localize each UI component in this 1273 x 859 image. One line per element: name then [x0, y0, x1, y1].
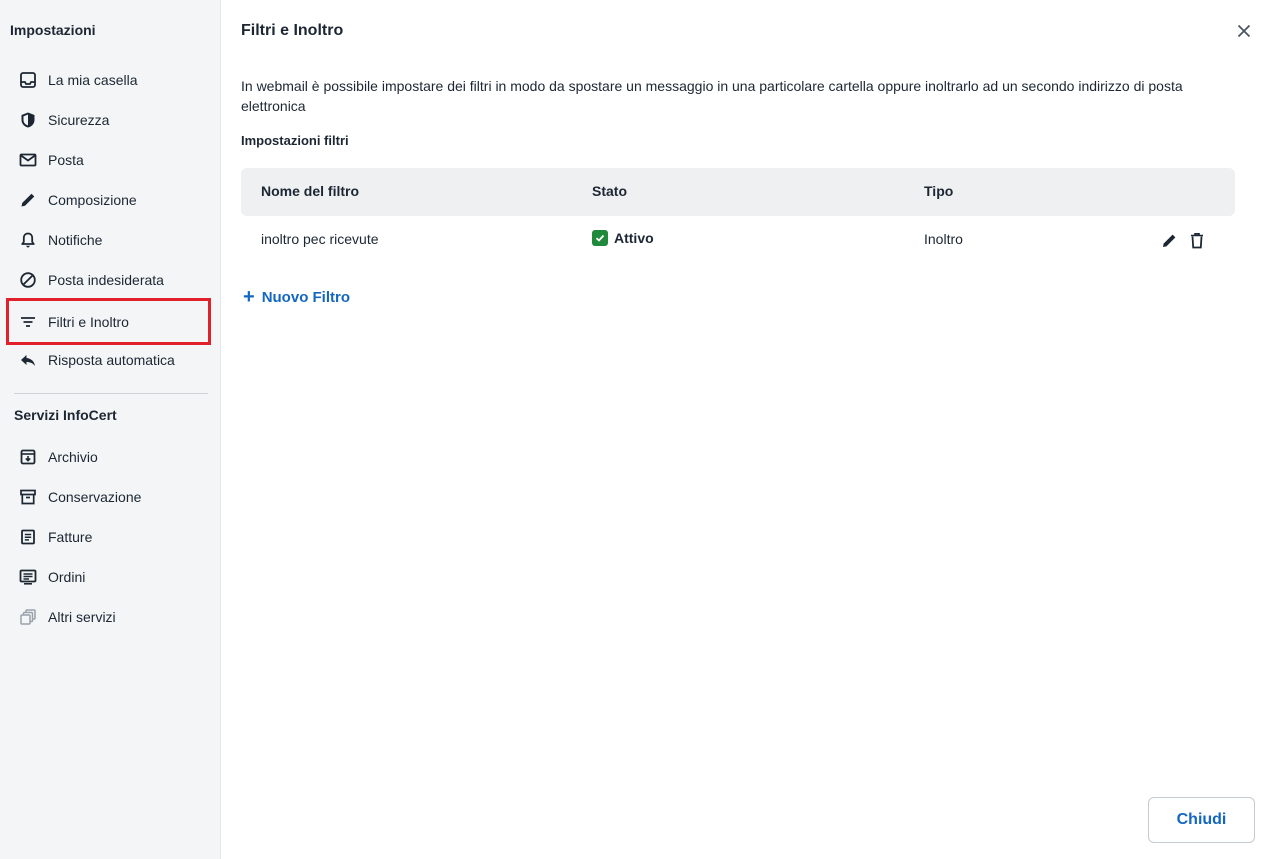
- sidebar-item-label: Posta: [48, 152, 84, 168]
- sidebar-item-posta[interactable]: Posta: [8, 140, 208, 180]
- filters-panel: Filtri e Inoltro In webmail è possibile …: [221, 0, 1273, 859]
- sidebar-item-risposta-automatica[interactable]: Risposta automatica: [8, 340, 208, 380]
- close-icon[interactable]: [1234, 21, 1254, 41]
- table-row: inoltro pec ricevute Attivo Inoltro: [241, 216, 1235, 264]
- filter-icon: [18, 312, 38, 332]
- services-section-title: Servizi InfoCert: [14, 407, 117, 423]
- sidebar-item-ordini[interactable]: Ordini: [8, 557, 208, 597]
- pencil-icon: [18, 190, 38, 210]
- description-text: In webmail è possibile impostare dei fil…: [241, 78, 1183, 114]
- close-button[interactable]: Chiudi: [1148, 797, 1255, 843]
- sidebar-item-fatture[interactable]: Fatture: [8, 517, 208, 557]
- mail-icon: [18, 150, 38, 170]
- box-icon: [18, 487, 38, 507]
- reply-icon: [18, 350, 38, 370]
- table-header: Nome del filtro Stato Tipo: [241, 168, 1235, 216]
- sidebar-item-notifiche[interactable]: Notifiche: [8, 220, 208, 260]
- filter-type: Inoltro: [924, 231, 963, 247]
- sidebar-item-label: Archivio: [48, 449, 98, 465]
- edit-icon[interactable]: [1159, 230, 1179, 250]
- sidebar-item-la-mia-casella[interactable]: La mia casella: [8, 60, 208, 100]
- new-filter-label: Nuovo Filtro: [261, 288, 351, 306]
- plus-icon: +: [243, 286, 255, 308]
- list-icon: [18, 567, 38, 587]
- sidebar-item-composizione[interactable]: Composizione: [8, 180, 208, 220]
- sidebar-item-conservazione[interactable]: Conservazione: [8, 477, 208, 517]
- column-header-status: Stato: [592, 183, 627, 199]
- sidebar-item-label: Risposta automatica: [48, 352, 175, 368]
- archive-icon: [18, 447, 38, 467]
- inbox-icon: [18, 70, 38, 90]
- delete-icon[interactable]: [1187, 230, 1207, 250]
- sidebar-item-label: Fatture: [48, 529, 93, 545]
- sidebar-item-label: Sicurezza: [48, 112, 110, 128]
- status-badge: Attivo: [592, 230, 654, 246]
- sidebar-item-label: Ordini: [48, 569, 86, 585]
- column-header-type: Tipo: [924, 183, 954, 199]
- column-header-name: Nome del filtro: [261, 183, 360, 199]
- sidebar-divider: [14, 393, 208, 394]
- sidebar-item-posta-indesiderata[interactable]: Posta indesiderata: [8, 260, 208, 300]
- sidebar-item-archivio[interactable]: Archivio: [8, 437, 208, 477]
- sidebar-item-label: Altri servizi: [48, 609, 116, 625]
- filters-subheading: Impostazioni filtri: [241, 133, 349, 148]
- sidebar-item-altri-servizi[interactable]: Altri servizi: [8, 597, 208, 637]
- block-icon: [18, 270, 38, 290]
- shield-icon: [18, 110, 38, 130]
- sidebar-item-label: La mia casella: [48, 72, 138, 88]
- sidebar-item-sicurezza[interactable]: Sicurezza: [8, 100, 208, 140]
- filter-name: inoltro pec ricevute: [261, 231, 379, 247]
- settings-sidebar: Impostazioni La mia casella Sicurezza Po…: [0, 0, 221, 859]
- check-icon: [592, 230, 608, 246]
- sidebar-item-label: Conservazione: [48, 489, 142, 505]
- new-filter-button[interactable]: + Nuovo Filtro: [243, 286, 351, 308]
- bell-icon: [18, 230, 38, 250]
- sidebar-title: Impostazioni: [10, 22, 96, 38]
- sidebar-item-filtri-e-inoltro[interactable]: Filtri e Inoltro: [6, 298, 211, 345]
- sidebar-item-label: Posta indesiderata: [48, 272, 164, 288]
- document-icon: [18, 527, 38, 547]
- sidebar-item-label: Notifiche: [48, 232, 103, 248]
- sidebar-item-label: Composizione: [48, 192, 137, 208]
- page-title: Filtri e Inoltro: [241, 22, 344, 39]
- status-label: Attivo: [614, 230, 654, 246]
- services-icon: [18, 607, 38, 627]
- sidebar-item-label: Filtri e Inoltro: [48, 313, 129, 330]
